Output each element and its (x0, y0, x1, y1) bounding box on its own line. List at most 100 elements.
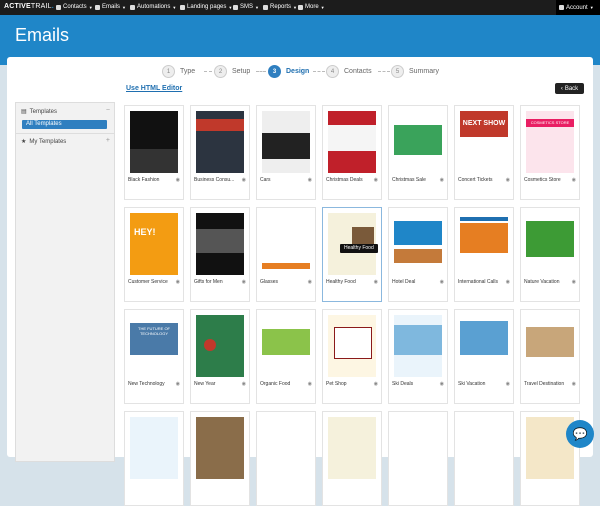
preview-eye-icon[interactable]: ◉ (506, 381, 510, 387)
preview-eye-icon[interactable]: ◉ (572, 279, 576, 285)
preview-eye-icon[interactable]: ◉ (242, 381, 246, 387)
caret-down-icon: ▼ (293, 4, 297, 10)
template-name: Christmas Deals (326, 177, 363, 183)
activetrail-logo[interactable]: ACTIVETRAIL. (4, 3, 54, 10)
template-card[interactable]: Healthy Food ◉ (322, 207, 382, 302)
nav-landing-pages[interactable]: Landing pages ▼ (180, 4, 232, 10)
preview-eye-icon[interactable]: ◉ (308, 381, 312, 387)
preview-eye-icon[interactable]: ◉ (374, 279, 378, 285)
preview-eye-icon[interactable]: ◉ (374, 177, 378, 183)
preview-eye-icon[interactable]: ◉ (506, 177, 510, 183)
template-card[interactable]: Ski Deals ◉ (388, 309, 448, 404)
template-card[interactable] (256, 411, 316, 506)
nav-automations[interactable]: Automations ▼ (130, 4, 176, 10)
template-card[interactable] (454, 411, 514, 506)
template-card[interactable]: Black Fashion ◉ (124, 105, 184, 200)
template-card[interactable]: Nature Vacation ◉ (520, 207, 580, 302)
caret-down-icon: ▼ (320, 4, 325, 10)
template-card[interactable]: Hotel Deal ◉ (388, 207, 448, 302)
template-card[interactable]: New Year ◉ (190, 309, 250, 404)
template-name: Customer Service (128, 279, 168, 285)
template-thumbnail (130, 417, 178, 479)
template-name: Ski Vacation (458, 381, 486, 387)
preview-eye-icon[interactable]: ◉ (572, 177, 576, 183)
nav-label: Contacts (63, 4, 87, 10)
preview-eye-icon[interactable]: ◉ (440, 279, 444, 285)
preview-eye-icon[interactable]: ◉ (374, 381, 378, 387)
logo-text-main: ACTIVE (4, 3, 31, 10)
nav-sms[interactable]: SMS ▼ (233, 4, 259, 10)
sidebar-item-all-templates[interactable]: All Templates (22, 120, 107, 129)
caret-down-icon: ▼ (255, 4, 259, 10)
template-thumbnail (196, 111, 244, 173)
template-thumbnail (394, 315, 442, 377)
template-card[interactable] (322, 411, 382, 506)
nav-emails[interactable]: Emails ▼ (95, 4, 126, 10)
step-label: Summary (409, 68, 439, 75)
sidebar-label: My Templates (29, 138, 67, 145)
template-name: Concert Tickets (458, 177, 493, 183)
template-card[interactable] (124, 411, 184, 506)
template-card[interactable]: Christmas Deals ◉ (322, 105, 382, 200)
template-thumbnail (262, 417, 310, 479)
template-name: Gifts for Men (194, 279, 223, 285)
sidebar-my-templates[interactable]: ★ My Templates (21, 138, 67, 146)
account-menu[interactable]: Account ▼ (556, 0, 600, 15)
email-icon (95, 4, 100, 10)
template-card[interactable]: Organic Food ◉ (256, 309, 316, 404)
step-separator (378, 71, 390, 72)
nav-contacts[interactable]: Contacts ▼ (56, 4, 93, 10)
sidebar-templates-header[interactable]: ▤ Templates (21, 108, 57, 116)
use-html-editor-link[interactable]: Use HTML Editor (126, 85, 182, 92)
template-thumbnail (394, 417, 442, 479)
template-name: Business Consu... (194, 177, 235, 183)
template-card[interactable]: Travel Destination ◉ (520, 309, 580, 404)
chat-bubble-button[interactable]: 💬 (566, 420, 594, 448)
landing-page-icon (180, 4, 185, 10)
preview-eye-icon[interactable]: ◉ (308, 279, 312, 285)
template-card[interactable]: Pet Shop ◉ (322, 309, 382, 404)
template-card[interactable]: Cars ◉ (256, 105, 316, 200)
preview-eye-icon[interactable]: ◉ (440, 381, 444, 387)
preview-eye-icon[interactable]: ◉ (176, 381, 180, 387)
template-card[interactable]: International Calls ◉ (454, 207, 514, 302)
template-card[interactable]: Christmas Sale ◉ (388, 105, 448, 200)
wizard-steps: 1 Type 2 Setup 3 Design 4 Contacts 5 Summary (7, 65, 593, 79)
back-button[interactable]: ‹ Back (555, 83, 584, 94)
preview-eye-icon[interactable]: ◉ (308, 177, 312, 183)
template-card[interactable] (190, 411, 250, 506)
template-card[interactable]: THE FUTURE OF TECHNOLOGY New Technology ◉ (124, 309, 184, 404)
expand-icon[interactable]: + (106, 137, 110, 144)
template-card[interactable] (388, 411, 448, 506)
wizard-step-contacts[interactable]: 4 Contacts (326, 65, 372, 78)
preview-eye-icon[interactable]: ◉ (572, 381, 576, 387)
preview-eye-icon[interactable]: ◉ (506, 279, 510, 285)
template-card[interactable]: COSMETICS STORE Cosmetics Store ◉ (520, 105, 580, 200)
preview-eye-icon[interactable]: ◉ (242, 177, 246, 183)
thumb-text: COSMETICS STORE (526, 119, 574, 127)
nav-more[interactable]: More ▼ (298, 4, 325, 10)
collapse-icon[interactable]: − (106, 107, 110, 114)
template-card[interactable]: Ski Vacation ◉ (454, 309, 514, 404)
step-number: 1 (162, 65, 175, 78)
step-label: Contacts (344, 68, 372, 75)
template-card[interactable]: Business Consu... ◉ (190, 105, 250, 200)
back-label: Back (564, 85, 579, 92)
step-number: 2 (214, 65, 227, 78)
preview-eye-icon[interactable]: ◉ (176, 279, 180, 285)
page-title: Emails (15, 25, 70, 45)
wizard-step-type[interactable]: 1 Type (162, 65, 195, 78)
template-thumbnail (328, 315, 376, 377)
template-card[interactable]: Gifts for Men ◉ (190, 207, 250, 302)
preview-eye-icon[interactable]: ◉ (176, 177, 180, 183)
preview-eye-icon[interactable]: ◉ (440, 177, 444, 183)
template-card[interactable]: NEXT SHOW Concert Tickets ◉ (454, 105, 514, 200)
template-name: Organic Food (260, 381, 291, 387)
nav-reports[interactable]: Reports ▼ (263, 4, 297, 10)
template-card[interactable]: HEY! Customer Service ◉ (124, 207, 184, 302)
template-card[interactable]: Glasses ◉ (256, 207, 316, 302)
wizard-step-setup[interactable]: 2 Setup (214, 65, 250, 78)
wizard-step-design[interactable]: 3 Design (268, 65, 309, 78)
preview-eye-icon[interactable]: ◉ (242, 279, 246, 285)
wizard-step-summary[interactable]: 5 Summary (391, 65, 439, 78)
